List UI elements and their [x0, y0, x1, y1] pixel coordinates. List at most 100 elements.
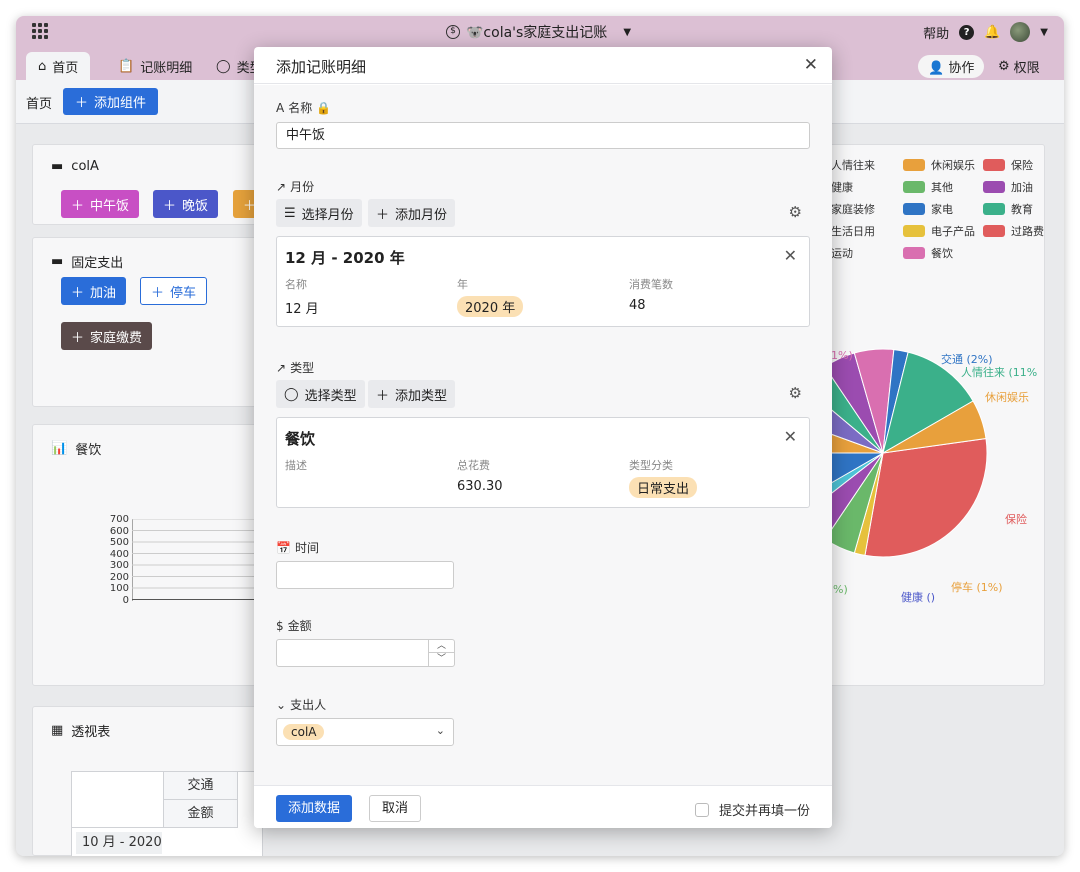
question-icon[interactable]: ? — [959, 24, 975, 40]
time-input[interactable] — [276, 561, 454, 589]
select-type-button[interactable]: ◯ 选择类型 — [276, 380, 365, 408]
tab-home[interactable]: ⌂ 首页 — [26, 52, 91, 80]
gas-button[interactable]: ＋ 加油 — [61, 277, 127, 305]
record-col-header: 描述 — [285, 459, 307, 472]
label-text: 金额 — [287, 619, 312, 633]
legend-item[interactable]: 过路费 — [983, 223, 1044, 239]
legend-item[interactable]: 保险 — [983, 157, 1033, 173]
app-title: 🐨cola's家庭支出记账 — [466, 25, 608, 41]
card-fixed: ▬ 固定支出 ＋ 加油 ＋ 停车 ＋ 家庭缴费 — [32, 237, 262, 407]
legend-item[interactable]: 健康 — [831, 179, 853, 195]
record-col-header: 总花费 — [457, 459, 490, 472]
gear-icon[interactable]: ⚙ — [789, 384, 802, 402]
modal-title: 添加记账明细 — [276, 58, 367, 76]
pie-slice[interactable] — [864, 437, 988, 558]
collab-button[interactable]: 👤 协作 — [918, 55, 985, 78]
record-col-header: 消费笔数 — [629, 278, 673, 291]
legend-item[interactable]: 教育 — [983, 201, 1033, 217]
plus-icon: ＋ — [71, 330, 85, 346]
legend-item[interactable]: 运动 — [831, 245, 853, 261]
month-record-card: 12 月 - 2020 年 ✕ 名称 年 消费笔数 12 月 2020 年 48 — [276, 236, 810, 327]
utilities-button[interactable]: ＋ 家庭缴费 — [61, 322, 153, 350]
legend-item[interactable]: 生活日用 — [831, 223, 875, 239]
parking-button[interactable]: ＋ 停车 — [140, 277, 208, 305]
button-label: 加油 — [90, 285, 117, 301]
month-field-label: ↗ 月份 — [276, 178, 314, 195]
permission-button[interactable]: ⚙ 权限 — [998, 57, 1040, 76]
close-icon[interactable]: ✕ — [784, 427, 797, 446]
pivot-table: 交通 金额 10 月 - 2020 — [71, 771, 263, 856]
pie-label-left-top: 1%) — [831, 349, 853, 362]
payer-field-label: ⌄ 支出人 — [276, 696, 326, 713]
tab-records[interactable]: 📋 记账明细 — [106, 52, 204, 80]
payer-select[interactable]: colA ⌄ — [276, 718, 454, 746]
link-arrow-icon: ↗ — [276, 360, 287, 375]
gear-icon[interactable]: ⚙ — [789, 203, 802, 221]
submit-again-option[interactable]: 提交并再填一份 — [694, 800, 810, 819]
app-window: $ 🐨cola's家庭支出记账 ▼ 帮助 ? 🔔 ▼ ⌂ 首页 📋 记账明细 ◯… — [16, 16, 1064, 856]
dinner-button[interactable]: ＋ 晚饭 — [153, 190, 219, 218]
lunch-button[interactable]: ＋ 中午饭 — [61, 190, 140, 218]
legend-label: 生活日用 — [831, 225, 875, 238]
card-title: ▬ colA — [51, 159, 99, 174]
breadcrumb[interactable]: 首页 — [26, 93, 52, 112]
top-right-controls: 帮助 ? 🔔 ▼ — [923, 22, 1048, 42]
chevron-up-icon[interactable]: ︿ — [429, 640, 454, 653]
name-input[interactable]: 中午饭 — [276, 122, 810, 149]
legend-item[interactable]: 家电 — [903, 201, 953, 217]
chevron-down-icon[interactable]: ▼ — [1040, 27, 1048, 38]
legend-item[interactable]: 人情往来 — [831, 157, 875, 173]
record-col-value: 12 月 — [285, 302, 319, 317]
legend-label: 教育 — [1011, 203, 1033, 216]
plus-icon: ＋ — [75, 96, 89, 111]
legend-swatch — [983, 225, 1005, 237]
close-icon[interactable]: ✕ — [784, 246, 797, 265]
help-link[interactable]: 帮助 — [923, 23, 949, 42]
app-grid-icon[interactable] — [32, 23, 48, 39]
button-label: 停车 — [170, 285, 197, 301]
card-title: 📊 餐饮 — [51, 439, 101, 458]
chevron-circle-icon: ⌄ — [276, 697, 287, 712]
close-icon[interactable]: ✕ — [804, 55, 818, 75]
legend-item[interactable]: 其他 — [903, 179, 953, 195]
add-type-button[interactable]: ＋ 添加类型 — [368, 380, 456, 408]
legend-item[interactable]: 电子产品 — [903, 223, 975, 239]
label-text: 名称 — [288, 101, 313, 115]
button-label: 选择月份 — [301, 207, 354, 223]
label-icon: ▬ — [51, 254, 64, 269]
pie-label-jiankang: 健康 () — [901, 591, 936, 604]
circle-icon: ◯ — [216, 58, 231, 74]
amount-stepper[interactable]: ︿ ﹀ — [276, 639, 455, 667]
link-arrow-icon: ↗ — [276, 179, 287, 194]
legend-item[interactable]: 加油 — [983, 179, 1033, 195]
add-month-button[interactable]: ＋ 添加月份 — [368, 199, 456, 227]
legend-item[interactable]: 家庭装修 — [831, 201, 875, 217]
cancel-button[interactable]: 取消 — [369, 795, 422, 822]
app-title-dropdown[interactable]: $ 🐨cola's家庭支出记账 ▼ — [446, 22, 631, 42]
add-component-button[interactable]: ＋ 添加组件 — [63, 88, 159, 115]
button-label: 添加月份 — [395, 207, 448, 223]
avatar[interactable] — [1010, 22, 1031, 42]
list-icon: ☰ — [284, 205, 296, 221]
stepper-buttons[interactable]: ︿ ﹀ — [428, 640, 454, 666]
home-icon: ⌂ — [38, 58, 47, 74]
y-tick: 700 — [109, 514, 129, 525]
record-col-header: 年 — [457, 278, 468, 291]
dollar-icon: $ — [446, 25, 460, 39]
record-title: 餐饮 — [285, 430, 316, 448]
select-month-button[interactable]: ☰ 选择月份 — [276, 199, 362, 227]
chevron-down-icon[interactable]: ﹀ — [429, 653, 454, 665]
submit-button[interactable]: 添加数据 — [276, 795, 353, 822]
collab-pill[interactable]: 👤 协作 — [918, 55, 985, 78]
pie-label-tingche: 停车 (1%) — [951, 581, 1003, 594]
legend-label: 人情往来 — [831, 159, 875, 172]
bell-icon[interactable]: 🔔 — [984, 25, 1000, 40]
legend-item[interactable]: 休闲娱乐 — [903, 157, 975, 173]
legend-label: 健康 — [831, 181, 853, 194]
card-title-text: 餐饮 — [75, 443, 102, 458]
checkbox[interactable] — [694, 802, 709, 817]
dollar-icon: $ — [276, 618, 284, 633]
record-title: 12 月 - 2020 年 — [285, 249, 405, 267]
legend-item[interactable]: 餐饮 — [903, 245, 953, 261]
button-label: 添加类型 — [395, 388, 448, 404]
